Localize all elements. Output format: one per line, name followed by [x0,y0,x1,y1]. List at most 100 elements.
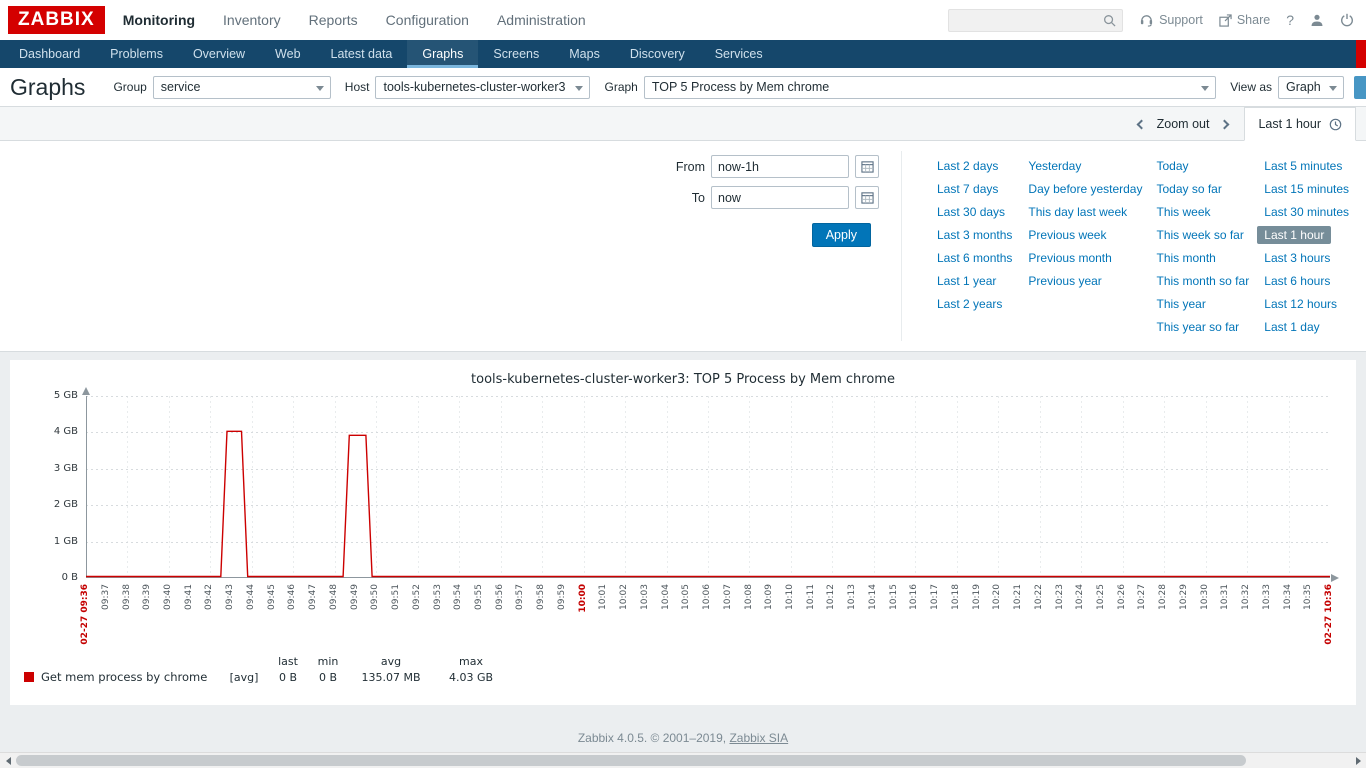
quick-range-last-12-hours[interactable]: Last 12 hours [1257,295,1344,313]
sub-nav-item-discovery[interactable]: Discovery [615,40,700,68]
quick-range-item: Last 1 day [1257,318,1356,341]
quick-range-this-month[interactable]: This month [1149,249,1222,267]
quick-range-previous-year[interactable]: Previous year [1021,272,1108,290]
scrollbar-thumb[interactable] [16,755,1246,766]
quick-range-last-7-days[interactable]: Last 7 days [930,180,1005,198]
time-shift-left-button[interactable] [1138,115,1145,133]
scroll-left-button[interactable] [0,753,16,768]
quick-range-item: Last 1 year [930,272,1021,295]
quick-range-this-week-so-far[interactable]: This week so far [1149,226,1250,244]
footer-link-zabbix-sia[interactable]: Zabbix SIA [729,731,788,745]
graph-plot[interactable]: 5 GB4 GB3 GB2 GB1 GB0 B 02-27 09:3609:37… [86,396,1330,578]
top-nav-item-reports[interactable]: Reports [309,12,358,28]
quick-range-this-week[interactable]: This week [1149,203,1217,221]
quick-range-last-2-days[interactable]: Last 2 days [930,157,1005,175]
group-select[interactable]: service [153,76,331,99]
quick-range-last-3-months[interactable]: Last 3 months [930,226,1019,244]
host-select[interactable]: tools-kubernetes-cluster-worker3 [375,76,590,99]
search-icon[interactable] [1103,14,1116,27]
sub-nav-item-graphs[interactable]: Graphs [407,40,478,68]
graph-plot-svg[interactable] [86,396,1330,578]
quick-range-last-2-years[interactable]: Last 2 years [930,295,1009,313]
host-label: Host [345,80,370,94]
search-input[interactable] [955,13,1103,27]
quick-range-last-15-minutes[interactable]: Last 15 minutes [1257,180,1356,198]
legend-value-avg: 135.07 MB [348,669,434,685]
sub-nav-item-latest-data[interactable]: Latest data [316,40,408,68]
quick-range-this-day-last-week[interactable]: This day last week [1021,203,1134,221]
quick-range-last-6-months[interactable]: Last 6 months [930,249,1019,267]
time-range-tab[interactable]: Last 1 hour [1244,107,1356,141]
to-input[interactable] [711,186,849,209]
top-nav-item-configuration[interactable]: Configuration [386,12,469,28]
quick-range-item: Last 1 hour [1257,226,1356,249]
quick-range-yesterday[interactable]: Yesterday [1021,157,1088,175]
time-bar: Zoom out Last 1 hour [0,107,1366,141]
quick-range-previous-month[interactable]: Previous month [1021,249,1118,267]
quick-range-today-so-far[interactable]: Today so far [1149,180,1228,198]
header-right: Support Share ? [948,9,1354,32]
support-link[interactable]: Support [1139,13,1203,27]
share-label: Share [1237,13,1270,27]
quick-ranges: Last 2 days Last 7 days Last 30 days Last 3… [901,151,1356,341]
x-axis-tick: 10:16 [909,584,919,610]
scroll-right-button[interactable] [1350,753,1366,768]
quick-range-day-before-yesterday[interactable]: Day before yesterday [1021,180,1149,198]
x-axis-tick: 10:32 [1241,584,1251,610]
profile-button[interactable] [1310,13,1324,27]
x-axis-tick: 10:21 [1013,584,1023,610]
sub-nav-item-overview[interactable]: Overview [178,40,260,68]
view-as-select[interactable]: Graph [1278,76,1344,99]
search-box[interactable] [948,9,1123,32]
quick-range-item: Yesterday [1021,157,1149,180]
to-calendar-button[interactable] [855,186,879,209]
quick-range-this-year[interactable]: This year [1149,295,1212,313]
quick-range-last-30-days[interactable]: Last 30 days [930,203,1012,221]
chevron-down-icon [1201,86,1209,91]
x-axis-tick: 10:15 [889,584,899,610]
quick-range-last-5-minutes[interactable]: Last 5 minutes [1257,157,1349,175]
quick-range-this-month-so-far[interactable]: This month so far [1149,272,1256,290]
quick-range-last-6-hours[interactable]: Last 6 hours [1257,272,1337,290]
x-axis-tick: 10:33 [1262,584,1272,610]
clock-icon [1329,118,1342,131]
time-panel-form: From To Apply [0,151,901,341]
sub-nav-item-services[interactable]: Services [700,40,778,68]
quick-range-last-3-hours[interactable]: Last 3 hours [1257,249,1337,267]
x-axis-tick: 09:52 [412,584,422,610]
sub-nav-item-dashboard[interactable]: Dashboard [4,40,95,68]
sub-nav-item-web[interactable]: Web [260,40,315,68]
legend-function: [avg] [220,669,268,685]
quick-range-this-year-so-far[interactable]: This year so far [1149,318,1246,336]
horizontal-scrollbar[interactable] [0,752,1366,768]
help-button[interactable]: ? [1286,12,1294,28]
signout-button[interactable] [1340,13,1354,27]
sub-nav-item-screens[interactable]: Screens [478,40,554,68]
graph-select[interactable]: TOP 5 Process by Mem chrome [644,76,1216,99]
sub-nav-item-maps[interactable]: Maps [554,40,615,68]
fullscreen-button[interactable] [1354,76,1366,99]
quick-range-last-1-year[interactable]: Last 1 year [930,272,1003,290]
from-input[interactable] [711,155,849,178]
zoom-out-button[interactable]: Zoom out [1157,117,1210,131]
sub-nav-item-problems[interactable]: Problems [95,40,178,68]
from-calendar-button[interactable] [855,155,879,178]
x-axis-tick: 09:47 [308,584,318,610]
legend-value-last: 0 B [268,669,308,685]
zabbix-logo[interactable]: ZABBIX [8,6,105,34]
quick-range-today[interactable]: Today [1149,157,1195,175]
apply-button[interactable]: Apply [812,223,871,247]
quick-range-last-1-hour[interactable]: Last 1 hour [1257,226,1331,244]
quick-range-last-30-minutes[interactable]: Last 30 minutes [1257,203,1356,221]
x-axis-tick: 09:45 [267,584,277,610]
graph-panel: tools-kubernetes-cluster-worker3: TOP 5 … [10,360,1356,705]
quick-range-last-1-day[interactable]: Last 1 day [1257,318,1326,336]
top-nav-item-administration[interactable]: Administration [497,12,586,28]
top-nav-item-monitoring[interactable]: Monitoring [123,12,195,28]
share-link[interactable]: Share [1219,13,1270,27]
top-nav-item-inventory[interactable]: Inventory [223,12,281,28]
graph-legend: last min avg max Get mem process by chro… [24,654,508,685]
time-shift-right-button[interactable] [1221,115,1228,133]
quick-range-previous-week[interactable]: Previous week [1021,226,1113,244]
y-axis-tick: 2 GB [28,499,78,510]
